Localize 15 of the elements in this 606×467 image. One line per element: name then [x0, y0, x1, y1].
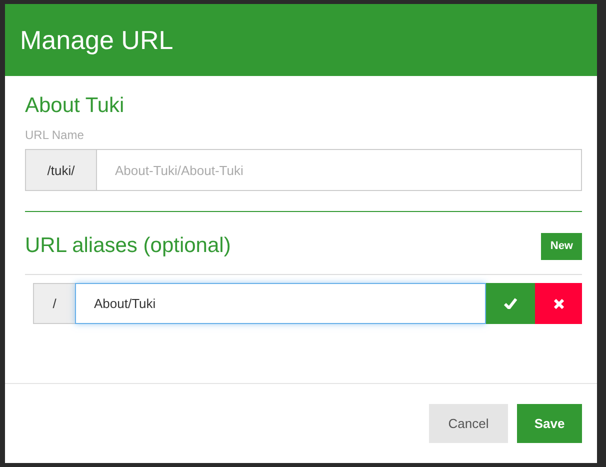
- check-icon: [504, 298, 517, 309]
- section-title: About Tuki: [25, 94, 126, 118]
- alias-field[interactable]: About/Tuki: [75, 283, 486, 324]
- close-icon: [554, 298, 564, 308]
- new-button[interactable]: New: [541, 232, 582, 260]
- alias-prefix: /: [33, 283, 75, 324]
- confirm-button[interactable]: [486, 283, 535, 324]
- cancel-button[interactable]: Cancel: [429, 404, 508, 443]
- remove-button[interactable]: [535, 283, 582, 324]
- field-label: URL Name: [25, 128, 85, 142]
- url-name-field[interactable]: About-Tuki/About-Tuki: [97, 149, 582, 191]
- dialog-title: Manage URL: [20, 24, 174, 56]
- url-prefix: /tuki/: [25, 149, 97, 191]
- save-button[interactable]: Save: [517, 404, 582, 443]
- section-title: URL aliases (optional): [25, 234, 231, 258]
